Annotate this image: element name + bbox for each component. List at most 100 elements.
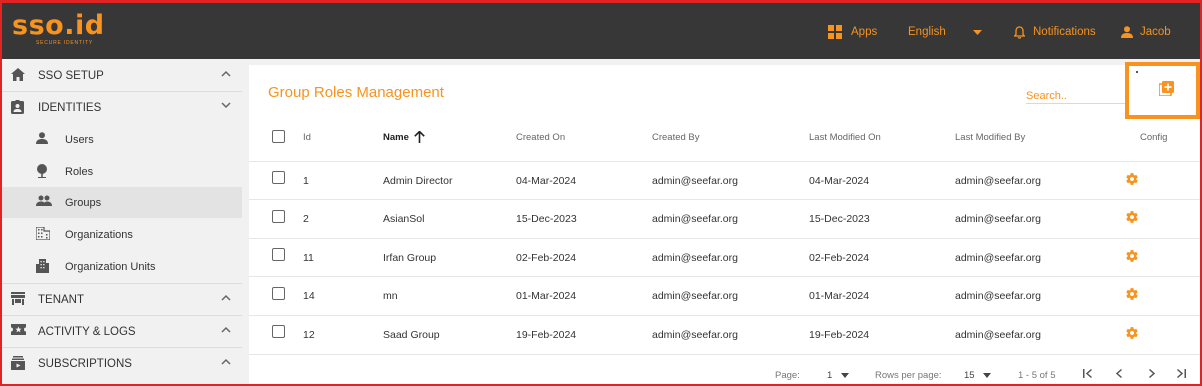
column-header-label: Name <box>383 131 409 143</box>
store-icon <box>11 292 25 305</box>
cell-created-on: 19-Feb-2024 <box>516 329 577 341</box>
cell-created-by: admin@seefar.org <box>652 290 738 302</box>
id-badge-icon <box>11 100 24 114</box>
row-checkbox[interactable] <box>272 171 285 184</box>
last-page-icon[interactable] <box>1176 368 1187 379</box>
sidebar-item-identities[interactable]: IDENTITIES <box>2 92 242 123</box>
cell-name: mn <box>383 290 398 302</box>
divider <box>249 238 1200 239</box>
sidebar-item-sso-setup[interactable]: SSO SETUP <box>2 60 242 91</box>
caret-down-icon <box>972 29 982 35</box>
cell-modified-by: admin@seefar.org <box>955 252 1041 264</box>
chevron-up-icon <box>221 326 231 333</box>
divider <box>249 161 1200 162</box>
cell-modified-on: 01-Mar-2024 <box>809 290 870 302</box>
cell-modified-by: admin@seefar.org <box>955 329 1041 341</box>
person-icon <box>1121 26 1133 38</box>
column-header-created-by[interactable]: Created By <box>652 132 700 143</box>
user-label: Jacob <box>1140 26 1171 38</box>
rows-per-page-select[interactable]: 15 <box>964 370 992 381</box>
language-label: English <box>908 26 946 38</box>
cell-name: Admin Director <box>383 175 453 187</box>
cell-modified-on: 04-Mar-2024 <box>809 175 870 187</box>
cell-created-on: 15-Dec-2023 <box>516 213 577 225</box>
divider <box>249 276 1200 277</box>
caret-down-icon <box>983 373 992 378</box>
page-title: Group Roles Management <box>268 84 444 101</box>
previous-page-icon[interactable] <box>1114 368 1125 379</box>
sidebar-item-roles[interactable]: Roles <box>2 156 242 187</box>
notifications-button[interactable]: Notifications <box>1014 23 1096 41</box>
sidebar-item-organization-units[interactable]: Organization Units <box>2 251 242 282</box>
home-icon <box>11 68 25 81</box>
add-group-role-button[interactable] <box>1125 62 1200 119</box>
column-header-id[interactable]: Id <box>303 132 311 143</box>
cell-created-by: admin@seefar.org <box>652 329 738 341</box>
arrow-up-icon <box>414 131 425 143</box>
sidebar-item-users[interactable]: Users <box>2 124 242 155</box>
row-checkbox[interactable] <box>272 287 285 300</box>
column-header-created-on[interactable]: Created On <box>516 132 565 143</box>
app-window: sso.id SECURE IDENTITY Apps English Noti… <box>0 0 1202 386</box>
cell-id: 11 <box>303 252 314 264</box>
cell-created-by: admin@seefar.org <box>652 175 738 187</box>
main-panel: Group Roles Management Id Name Created O… <box>249 62 1200 384</box>
sidebar-item-organizations[interactable]: Organizations <box>2 219 242 250</box>
divider <box>249 315 1200 316</box>
sidebar-item-label: SSO SETUP <box>38 70 104 82</box>
gear-icon[interactable] <box>1125 249 1139 263</box>
cell-created-on: 02-Feb-2024 <box>516 252 577 264</box>
logo: sso.id SECURE IDENTITY <box>12 12 105 47</box>
cell-id: 1 <box>303 175 309 187</box>
chevron-down-icon <box>221 102 231 109</box>
row-checkbox[interactable] <box>272 248 285 261</box>
chevron-up-icon <box>221 358 231 365</box>
user-menu[interactable]: Jacob <box>1121 23 1171 41</box>
apps-button[interactable]: Apps <box>828 23 877 41</box>
language-select[interactable]: English <box>908 23 982 41</box>
chevron-up-icon <box>221 294 231 301</box>
sidebar-item-tenant[interactable]: TENANT <box>2 284 242 315</box>
people-icon <box>36 195 52 206</box>
gear-icon[interactable] <box>1125 287 1139 301</box>
cell-created-by: admin@seefar.org <box>652 252 738 264</box>
page-range: 1 - 5 of 5 <box>1018 370 1056 381</box>
cell-name: AsianSol <box>383 213 425 225</box>
caret-down-icon <box>840 373 849 378</box>
column-header-last-modified-on[interactable]: Last Modified On <box>809 132 881 143</box>
subscriptions-icon <box>11 356 25 370</box>
apps-label: Apps <box>851 26 878 38</box>
column-header-config: Config <box>1140 132 1168 143</box>
gear-icon[interactable] <box>1125 210 1139 224</box>
cell-modified-by: admin@seefar.org <box>955 175 1041 187</box>
building-icon <box>36 227 50 240</box>
cursor-dot <box>1136 71 1138 73</box>
page-select[interactable]: 1 <box>827 370 849 381</box>
cell-modified-on: 02-Feb-2024 <box>809 252 870 264</box>
column-header-last-modified-by[interactable]: Last Modified By <box>955 132 1025 143</box>
cell-modified-by: admin@seefar.org <box>955 213 1041 225</box>
first-page-icon[interactable] <box>1082 368 1093 379</box>
cell-created-by: admin@seefar.org <box>652 213 738 225</box>
cell-id: 2 <box>303 213 309 225</box>
row-checkbox[interactable] <box>272 325 285 338</box>
bell-icon <box>1014 25 1025 39</box>
apps-grid-icon <box>828 25 842 39</box>
page-label: Page: <box>775 370 800 381</box>
sidebar-item-label: IDENTITIES <box>38 102 102 114</box>
column-header-name[interactable]: Name <box>383 131 425 143</box>
gear-icon[interactable] <box>1125 172 1139 186</box>
sidebar-item-label: SUBSCRIPTIONS <box>38 358 132 370</box>
next-page-icon[interactable] <box>1146 368 1157 379</box>
sidebar-item-subscriptions[interactable]: SUBSCRIPTIONS <box>2 348 242 379</box>
search-field <box>1026 86 1126 104</box>
sidebar-item-groups[interactable]: Groups <box>2 187 242 218</box>
gear-icon[interactable] <box>1125 326 1139 340</box>
add-box-icon <box>1159 81 1174 96</box>
select-all-checkbox[interactable] <box>272 130 285 143</box>
sidebar-item-activity-logs[interactable]: ACTIVITY & LOGS <box>2 316 242 347</box>
sidebar-item-label: Organization Units <box>65 261 156 273</box>
search-input[interactable] <box>1026 90 1126 102</box>
cell-id: 12 <box>303 329 315 341</box>
row-checkbox[interactable] <box>272 210 285 223</box>
